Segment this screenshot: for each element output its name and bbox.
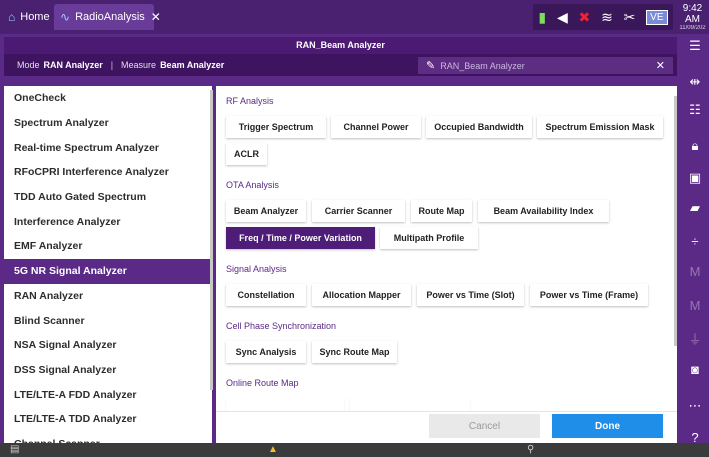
mode-separator: | [110, 60, 114, 70]
freq-time-power-variation-button[interactable]: Freq / Time / Power Variation [226, 227, 375, 249]
app-title-bar: RAN_Beam Analyzer [4, 37, 677, 54]
beam-availability-index-button[interactable]: Beam Availability Index [478, 200, 609, 222]
sync-route-map-button[interactable]: Sync Route Map [312, 341, 397, 363]
mode-item-rfocpri-interference-analyzer[interactable]: RFoCPRI Interference Analyzer [4, 160, 212, 185]
section-title-rf-analysis: RF Analysis [226, 96, 274, 106]
occupied-bandwidth-button[interactable]: Occupied Bandwidth [426, 116, 532, 138]
grid-icon[interactable]: ☷ [681, 100, 709, 120]
tab-home-label: Home [20, 11, 50, 23]
mode-list: OneCheck Spectrum Analyzer Real-time Spe… [4, 86, 212, 443]
section-title-cell-phase-sync: Cell Phase Synchronization [226, 321, 337, 331]
channel-power-button[interactable]: Channel Power [331, 116, 421, 138]
system-bottom-bar: ▤ ▲ ⚲ [0, 443, 709, 457]
tab-home[interactable]: ⌂ Home [2, 4, 52, 30]
marker-icon: M [689, 298, 701, 313]
beam-analyzer-button[interactable]: Beam Analyzer [226, 200, 306, 222]
folder-icon[interactable]: ▰ [681, 198, 709, 218]
mode-item-tdd-auto-gated-spectrum[interactable]: TDD Auto Gated Spectrum [4, 185, 212, 210]
mode-item-blind-scanner[interactable]: Blind Scanner [4, 308, 212, 333]
section-title-ota-analysis: OTA Analysis [226, 180, 279, 190]
test-name-field[interactable]: ✎ RAN_Beam Analyzer ✕ [418, 57, 673, 74]
cancel-button[interactable]: Cancel [429, 414, 540, 438]
mode-item-realtime-spectrum-analyzer[interactable]: Real-time Spectrum Analyzer [4, 135, 212, 160]
mode-item-onecheck[interactable]: OneCheck [4, 86, 212, 111]
system-top-bar: ⌂ Home ∿ RadioAnalysis ✕ ▮ ◀ ✖ ≋ ✂ VE 9:… [0, 0, 709, 34]
menu-icon[interactable]: ☰ [681, 36, 709, 56]
trigger-spectrum-button[interactable]: Trigger Spectrum [226, 116, 326, 138]
route-map-button[interactable]: Route Map [411, 200, 472, 222]
carrier-scanner-button[interactable]: Carrier Scanner [312, 200, 405, 222]
measure-value: Beam Analyzer [160, 60, 225, 70]
power-vs-time-frame-button[interactable]: Power vs Time (Frame) [530, 284, 648, 306]
app-title: RAN_Beam Analyzer [296, 40, 385, 50]
mode-item-dss-signal-analyzer[interactable]: DSS Signal Analyzer [4, 358, 212, 383]
section-title-signal-analysis: Signal Analysis [226, 264, 287, 274]
test-name-value: RAN_Beam Analyzer [440, 60, 525, 71]
close-tab-icon[interactable]: ✕ [151, 10, 161, 24]
measurement-panel: RF Analysis Trigger Spectrum Channel Pow… [216, 86, 677, 443]
sliders-icon[interactable]: ⇹ [681, 72, 709, 92]
battery-icon: ▮ [538, 8, 547, 25]
ve-badge: VE [646, 9, 668, 25]
clock: 9:42 AM 11/09/202 [676, 3, 709, 31]
home-icon: ⌂ [8, 10, 16, 24]
spectrum-emission-mask-button[interactable]: Spectrum Emission Mask [537, 116, 663, 138]
right-scrollbar[interactable] [674, 96, 677, 346]
measure-label: Measure [121, 60, 157, 70]
mode-item-nsa-signal-analyzer[interactable]: NSA Signal Analyzer [4, 333, 212, 358]
mode-item-lte-tdd-analyzer[interactable]: LTE/LTE-A TDD Analyzer [4, 407, 212, 432]
clear-icon[interactable]: ✕ [656, 59, 665, 72]
tab-radio-analysis-label: RadioAnalysis [75, 11, 145, 23]
mode-value: RAN Analyzer [43, 60, 103, 70]
multipath-profile-button[interactable]: Multipath Profile [380, 227, 478, 249]
constellation-button[interactable]: Constellation [226, 284, 306, 306]
allocation-mapper-button[interactable]: Allocation Mapper [312, 284, 411, 306]
mode-item-interference-analyzer[interactable]: Interference Analyzer [4, 209, 212, 234]
mode-label: Mode [17, 60, 40, 70]
clock-date: 11/09/202 [679, 25, 706, 31]
location-pin-icon: ⚲ [527, 444, 535, 455]
pencil-icon: ✎ [426, 60, 436, 72]
tools-icon: ✂ [623, 8, 636, 25]
mode-item-5g-nr-signal-analyzer[interactable]: 5G NR Signal Analyzer [4, 258, 212, 284]
camera-icon[interactable]: ◙ [681, 360, 709, 380]
done-button[interactable]: Done [552, 414, 663, 438]
wifi-icon: ≋ [601, 8, 613, 25]
clock-time: 9:42 AM [682, 3, 703, 25]
sync-analysis-button[interactable]: Sync Analysis [226, 341, 306, 363]
pulse-icon: ⏚ [688, 332, 702, 347]
more-icon[interactable]: ⋯ [681, 396, 709, 416]
menu-square-icon[interactable]: ▤ [10, 443, 19, 457]
mode-item-emf-analyzer[interactable]: EMF Analyzer [4, 234, 212, 259]
waveform-icon: ∿ [60, 10, 71, 24]
status-icons: ▮ ◀ ✖ ≋ ✂ VE [533, 4, 673, 30]
aclr-button[interactable]: ACLR [226, 143, 267, 165]
mode-item-lte-fdd-analyzer[interactable]: LTE/LTE-A FDD Analyzer [4, 382, 212, 407]
lock-icon[interactable]: 🔒︎ [681, 136, 709, 156]
mute-icon: ✖ [578, 8, 591, 25]
left-scrollbar[interactable] [210, 90, 213, 390]
right-toolbar: ☰ ⇹ ☷ 🔒︎ ▣ ▰ ÷ M M ⏚ ◙ ⋯ ? [681, 34, 709, 457]
tab-radio-analysis[interactable]: ∿ RadioAnalysis ✕ [54, 4, 161, 30]
section-title-online-route-map: Online Route Map [226, 378, 299, 388]
power-vs-time-slot-button[interactable]: Power vs Time (Slot) [417, 284, 524, 306]
marker-icon: M [689, 264, 701, 279]
mode-item-ran-analyzer[interactable]: RAN Analyzer [4, 284, 212, 309]
speaker-icon: ◀ [556, 8, 568, 25]
mode-item-spectrum-analyzer[interactable]: Spectrum Analyzer [4, 111, 212, 136]
mode-item-channel-scanner[interactable]: Channel Scanner [4, 432, 212, 443]
divide-icon[interactable]: ÷ [681, 232, 709, 252]
warning-icon: ▲ [268, 444, 278, 455]
save-icon[interactable]: ▣ [681, 168, 709, 188]
